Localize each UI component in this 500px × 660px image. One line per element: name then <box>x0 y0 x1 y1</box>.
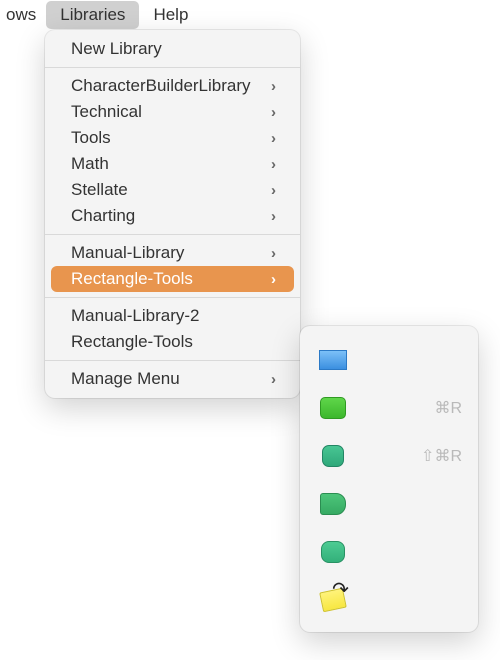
chevron-right-icon: › <box>271 245 276 262</box>
rectangle-tools-submenu: ⌘R ⇧⌘R ↷ <box>300 326 478 632</box>
menu-item-technical[interactable]: Technical › <box>51 99 294 125</box>
submenu-item-teal-rounded[interactable] <box>300 528 478 576</box>
teal-rounded-square-icon <box>318 538 348 566</box>
menu-label: Rectangle-Tools <box>71 269 193 289</box>
menu-item-rectangle-tools-2[interactable]: Rectangle-Tools <box>51 329 294 355</box>
chevron-right-icon: › <box>271 182 276 199</box>
menu-label: Rectangle-Tools <box>71 332 193 352</box>
chevron-right-icon: › <box>271 104 276 121</box>
menu-label: New Library <box>71 39 162 59</box>
submenu-item-yellow-rotate[interactable]: ↷ <box>300 576 478 624</box>
menubar-item-help[interactable]: Help <box>139 1 202 29</box>
shortcut-label: ⌘R <box>434 398 462 418</box>
submenu-item-blue-rectangle[interactable] <box>300 336 478 384</box>
chevron-right-icon: › <box>271 271 276 288</box>
libraries-dropdown: New Library CharacterBuilderLibrary › Te… <box>45 30 300 398</box>
menubar-item-windows-cut[interactable]: ows <box>0 1 46 29</box>
menu-label: Tools <box>71 128 111 148</box>
submenu-item-green-rounded[interactable]: ⌘R <box>300 384 478 432</box>
menu-item-manual-library-2[interactable]: Manual-Library-2 <box>51 303 294 329</box>
green-rounded-rectangle-icon <box>318 394 348 422</box>
menu-item-rectangle-tools[interactable]: Rectangle-Tools › <box>51 266 294 292</box>
submenu-item-teal-octagon[interactable]: ⇧⌘R <box>300 432 478 480</box>
menu-separator <box>45 360 300 361</box>
chevron-right-icon: › <box>271 208 276 225</box>
teal-octagon-icon <box>318 442 348 470</box>
menu-label: Math <box>71 154 109 174</box>
menubar-item-libraries[interactable]: Libraries <box>46 1 139 29</box>
menu-item-characterbuilder[interactable]: CharacterBuilderLibrary › <box>51 73 294 99</box>
menu-label: Manage Menu <box>71 369 180 389</box>
blue-rectangle-icon <box>318 346 348 374</box>
menu-label: Stellate <box>71 180 128 200</box>
chevron-right-icon: › <box>271 156 276 173</box>
menu-item-math[interactable]: Math › <box>51 151 294 177</box>
menu-item-manage-menu[interactable]: Manage Menu › <box>51 366 294 392</box>
menu-separator <box>45 234 300 235</box>
menu-item-new-library[interactable]: New Library <box>51 36 294 62</box>
menu-separator <box>45 67 300 68</box>
rotate-arrow-icon: ↷ <box>332 580 349 600</box>
menu-label: Technical <box>71 102 142 122</box>
menu-separator <box>45 297 300 298</box>
menu-label: Manual-Library-2 <box>71 306 200 326</box>
menu-item-stellate[interactable]: Stellate › <box>51 177 294 203</box>
menubar: ows Libraries Help <box>0 0 500 30</box>
menu-item-manual-library[interactable]: Manual-Library › <box>51 240 294 266</box>
shortcut-label: ⇧⌘R <box>421 446 462 466</box>
submenu-item-green-tab[interactable] <box>300 480 478 528</box>
menu-item-tools[interactable]: Tools › <box>51 125 294 151</box>
menu-label: Charting <box>71 206 135 226</box>
menu-item-charting[interactable]: Charting › <box>51 203 294 229</box>
green-tab-icon <box>318 490 348 518</box>
menu-label: CharacterBuilderLibrary <box>71 76 251 96</box>
yellow-rotate-icon: ↷ <box>318 586 348 614</box>
chevron-right-icon: › <box>271 371 276 388</box>
chevron-right-icon: › <box>271 130 276 147</box>
chevron-right-icon: › <box>271 78 276 95</box>
menu-label: Manual-Library <box>71 243 184 263</box>
